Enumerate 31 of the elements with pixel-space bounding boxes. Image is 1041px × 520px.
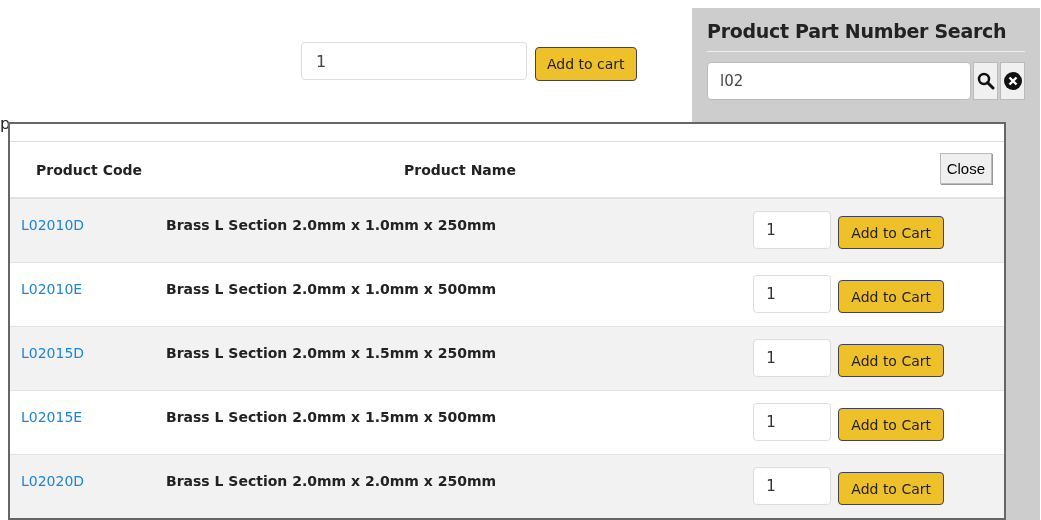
- product-code-link[interactable]: L02010E: [21, 281, 83, 297]
- product-code-link[interactable]: L02020D: [21, 473, 85, 489]
- search-icon: [976, 72, 995, 90]
- search-field[interactable]: l02: [707, 62, 972, 100]
- product-name: Brass L Section 2.0mm x 1.5mm x 500mm: [166, 409, 497, 425]
- add-to-cart-button[interactable]: Add to cart: [535, 47, 637, 81]
- search-button[interactable]: [973, 62, 999, 100]
- quantity-field[interactable]: 1: [753, 275, 832, 313]
- add-to-cart-button[interactable]: Add to Cart: [838, 216, 944, 249]
- product-name: Brass L Section 2.0mm x 2.0mm x 250mm: [166, 473, 497, 489]
- add-to-cart-button[interactable]: Add to Cart: [838, 472, 944, 505]
- quantity-field[interactable]: 1: [753, 403, 832, 441]
- product-code-link[interactable]: L02010D: [21, 217, 85, 233]
- quantity-field[interactable]: 1: [753, 339, 832, 377]
- close-icon: [1003, 72, 1022, 90]
- add-to-cart-button[interactable]: Add to Cart: [838, 344, 944, 377]
- column-header: Product Code: [35, 161, 144, 178]
- quantity-field[interactable]: 1: [753, 211, 832, 249]
- clear-button[interactable]: [1000, 62, 1025, 100]
- add-to-cart-button[interactable]: Add to Cart: [838, 280, 944, 313]
- quantity-field[interactable]: 1: [301, 42, 527, 80]
- product-code-link[interactable]: L02015E: [21, 409, 83, 425]
- sidebar-title: Product Part Number Search: [707, 8, 1025, 52]
- column-header: Product Name: [404, 161, 516, 178]
- close-button[interactable]: Close: [939, 153, 992, 184]
- quantity-field[interactable]: 1: [753, 467, 832, 505]
- product-name: Brass L Section 2.0mm x 1.0mm x 250mm: [166, 217, 497, 233]
- product-name: Brass L Section 2.0mm x 1.5mm x 250mm: [166, 345, 497, 361]
- product-code-link[interactable]: L02015D: [21, 345, 85, 361]
- add-to-cart-button[interactable]: Add to Cart: [838, 408, 944, 441]
- product-name: Brass L Section 2.0mm x 1.0mm x 500mm: [166, 281, 497, 297]
